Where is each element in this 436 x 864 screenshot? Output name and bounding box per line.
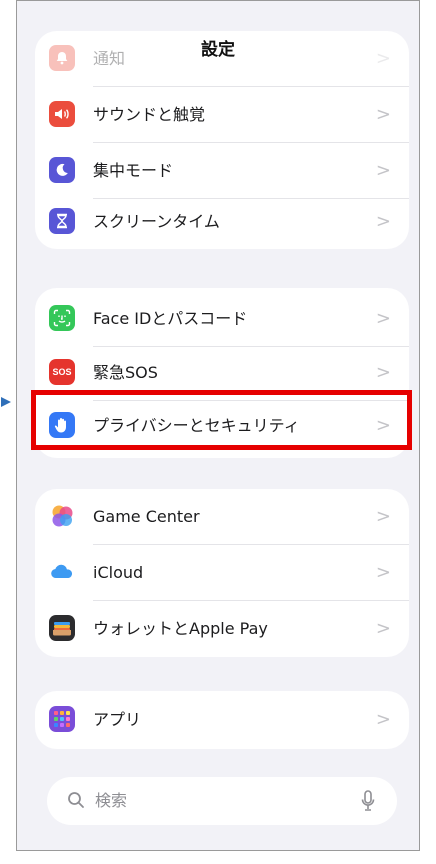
microphone-icon[interactable] [361,790,375,816]
face-id-icon [49,305,75,331]
chevron-right-icon: > [375,211,391,232]
chevron-right-icon: > [375,709,391,730]
wallet-icon [49,615,75,641]
hourglass-icon [49,208,75,234]
settings-item-icloud[interactable]: iCloud > [35,545,409,600]
settings-item-label: スクリーンタイム [93,212,220,231]
search-icon [67,791,85,813]
speaker-icon [49,101,75,127]
settings-group-notifications: 通知 > サウンドと触覚 > 集中モード > スクリーンタイム > [35,31,409,249]
search-input[interactable]: 検索 [95,777,127,825]
settings-item-label: サウンドと触覚 [93,105,206,124]
settings-group-apps: アプリ > [35,691,409,749]
search-bar[interactable]: 検索 [47,777,397,825]
chevron-right-icon: > [375,308,391,329]
settings-item-game-center[interactable]: Game Center > [35,489,409,544]
settings-item-label: ウォレットとApple Pay [93,619,268,638]
settings-item-apps[interactable]: アプリ > [35,692,409,747]
settings-item-label: iCloud [93,563,144,582]
settings-item-wallet[interactable]: ウォレットとApple Pay > [35,601,409,656]
chevron-right-icon: > [375,160,391,181]
game-center-icon [49,503,75,529]
moon-icon [49,157,75,183]
settings-item-label: 集中モード [93,161,174,180]
cloud-icon [49,559,75,585]
chevron-right-icon: > [375,562,391,583]
sos-icon: SOS [49,359,75,385]
chevron-right-icon: > [375,618,391,639]
settings-item-focus[interactable]: 集中モード > [35,143,409,198]
chevron-right-icon: > [375,506,391,527]
settings-item-label: アプリ [93,710,142,729]
settings-item-sounds[interactable]: サウンドと触覚 > [35,87,409,142]
settings-item-screen-time[interactable]: スクリーンタイム > [35,194,409,249]
pointer-arrow-icon [1,397,11,407]
sos-icon-text: SOS [52,367,72,377]
settings-item-label: Face IDとパスコード [93,309,248,328]
settings-item-label: Game Center [93,507,200,526]
apps-grid-icon [49,706,75,732]
highlight-box [31,390,412,450]
page-title: 設定 [201,40,235,60]
settings-item-face-id[interactable]: Face IDとパスコード > [35,291,409,346]
settings-group-accounts: Game Center > iCloud > ウォレットとApple Pay > [35,489,409,657]
chevron-right-icon: > [375,104,391,125]
